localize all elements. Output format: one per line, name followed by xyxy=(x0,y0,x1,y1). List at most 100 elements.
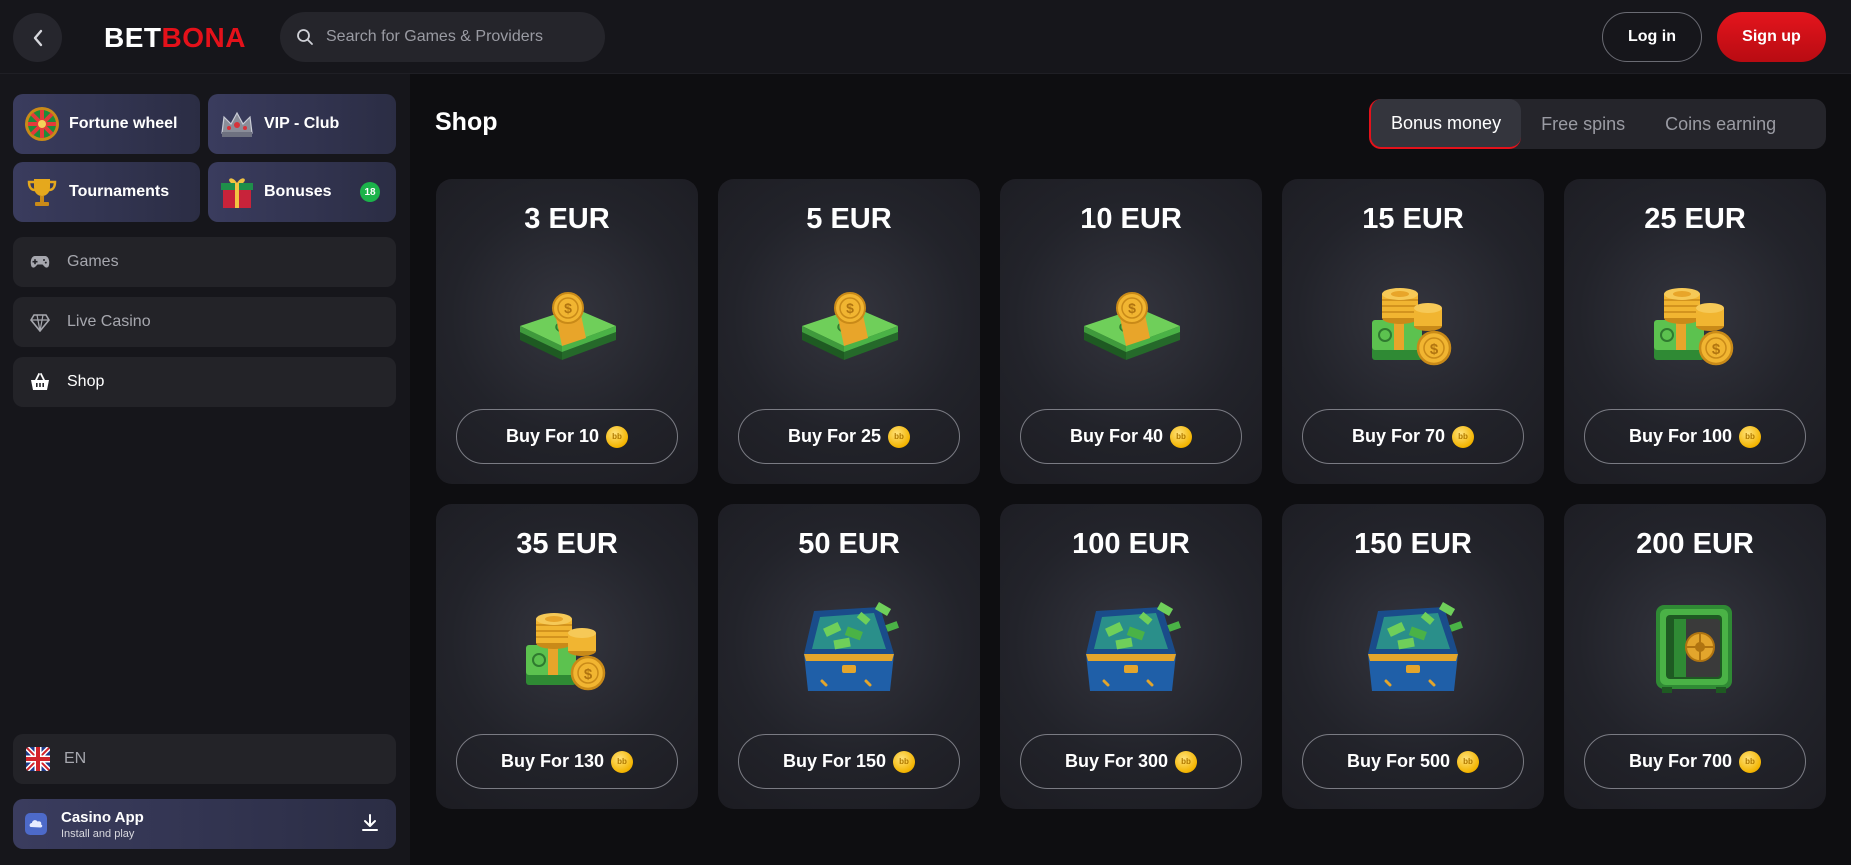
logo-part-bet: BET xyxy=(104,22,162,53)
trophy-icon xyxy=(23,173,61,211)
buy-button-label: Buy For 150 xyxy=(782,751,887,771)
coin-icon: bb xyxy=(1175,750,1198,773)
chevron-left-icon xyxy=(33,29,42,46)
card-amount: 25 EUR xyxy=(1644,203,1746,235)
shop-card: 35 EUR Buy For 130 bb xyxy=(436,504,698,809)
money-suitcase-image xyxy=(794,599,904,699)
sidebar-item-label: Shop xyxy=(67,373,105,390)
buy-button[interactable]: Buy For 40 bb xyxy=(1020,409,1242,464)
search-bar[interactable] xyxy=(280,12,605,62)
card-amount: 35 EUR xyxy=(516,528,618,560)
buy-button[interactable]: Buy For 10 bb xyxy=(456,409,678,464)
language-label: EN xyxy=(64,750,87,767)
cash-coins-image xyxy=(512,599,622,699)
buy-button[interactable]: Buy For 100 bb xyxy=(1584,409,1806,464)
cash-stack-image xyxy=(1076,274,1186,374)
buy-button-label: Buy For 100 xyxy=(1628,426,1733,446)
crown-icon xyxy=(218,105,256,143)
sidebar-tile-label: VIP - Club xyxy=(264,115,340,132)
card-amount: 15 EUR xyxy=(1362,203,1464,235)
buy-button[interactable]: Buy For 300 bb xyxy=(1020,734,1242,789)
money-suitcase-image xyxy=(1076,599,1186,699)
sidebar: Fortune wheel VIP - Club Tournaments Bon… xyxy=(0,74,410,865)
shop-card: 3 EUR Buy For 10 bb xyxy=(436,179,698,484)
shop-tabs: Bonus money Free spins Coins earning xyxy=(1369,99,1826,149)
sidebar-tile-label: Tournaments xyxy=(69,183,170,200)
shop-card: 150 EUR Buy For 500 bb xyxy=(1282,504,1544,809)
cash-coins-image xyxy=(1358,274,1468,374)
buy-button-label: Buy For 40 xyxy=(1069,426,1164,446)
cash-stack-image xyxy=(794,274,904,374)
sidebar-tile-tournaments[interactable]: Tournaments xyxy=(13,162,200,222)
sidebar-tile-label: Fortune wheel xyxy=(69,115,178,132)
tab-bonus-money[interactable]: Bonus money xyxy=(1369,99,1522,149)
shop-card: 100 EUR Buy For 300 bb xyxy=(1000,504,1262,809)
casino-app-download[interactable]: Casino App Install and play xyxy=(13,799,396,849)
signup-button[interactable]: Sign up xyxy=(1717,12,1826,62)
shop-card: 5 EUR Buy For 25 bb xyxy=(718,179,980,484)
sidebar-item-label: Live Casino xyxy=(67,313,151,330)
gamepad-icon xyxy=(29,251,51,273)
cash-stack-image xyxy=(512,274,622,374)
brand-logo[interactable]: BETBONA xyxy=(104,22,246,54)
download-icon[interactable] xyxy=(360,813,380,838)
card-amount: 150 EUR xyxy=(1354,528,1472,560)
coin-icon: bb xyxy=(611,750,634,773)
back-button[interactable] xyxy=(13,13,62,62)
sidebar-tile-vip-club[interactable]: VIP - Club xyxy=(208,94,396,154)
sidebar-item-games[interactable]: Games xyxy=(13,237,396,287)
buy-button-label: Buy For 700 xyxy=(1628,751,1733,771)
shop-card: 25 EUR Buy For 100 bb xyxy=(1564,179,1826,484)
shop-card: 10 EUR Buy For 40 bb xyxy=(1000,179,1262,484)
page-title: Shop xyxy=(435,108,498,136)
card-amount: 50 EUR xyxy=(798,528,900,560)
bonuses-count-badge: 18 xyxy=(360,182,380,202)
card-amount: 100 EUR xyxy=(1072,528,1190,560)
money-suitcase-image xyxy=(1358,599,1468,699)
sidebar-tile-fortune-wheel[interactable]: Fortune wheel xyxy=(13,94,200,154)
sidebar-tile-bonuses[interactable]: Bonuses 18 xyxy=(208,162,396,222)
shop-card: 200 EUR Buy For 700 bb xyxy=(1564,504,1826,809)
sidebar-tile-label: Bonuses xyxy=(264,183,332,200)
app-title: Casino App xyxy=(61,808,144,826)
coin-icon: bb xyxy=(1170,425,1193,448)
uk-flag-icon xyxy=(26,747,50,771)
search-icon xyxy=(297,29,313,45)
buy-button[interactable]: Buy For 70 bb xyxy=(1302,409,1524,464)
buy-button-label: Buy For 130 xyxy=(500,751,605,771)
safe-image xyxy=(1640,599,1750,699)
buy-button[interactable]: Buy For 500 bb xyxy=(1302,734,1524,789)
buy-button[interactable]: Buy For 150 bb xyxy=(738,734,960,789)
coin-icon: bb xyxy=(888,425,911,448)
sidebar-item-live-casino[interactable]: Live Casino xyxy=(13,297,396,347)
coin-icon: bb xyxy=(1739,425,1762,448)
sidebar-item-label: Games xyxy=(67,253,119,270)
coin-icon: bb xyxy=(893,750,916,773)
top-header: BETBONA Log in Sign up xyxy=(0,0,1851,74)
app-icon xyxy=(25,813,47,835)
coin-icon: bb xyxy=(606,425,629,448)
buy-button-label: Buy For 300 xyxy=(1064,751,1169,771)
tab-coins-earning[interactable]: Coins earning xyxy=(1645,99,1796,149)
shop-card: 15 EUR Buy For 70 bb xyxy=(1282,179,1544,484)
search-input[interactable] xyxy=(326,28,576,46)
cash-coins-image xyxy=(1640,274,1750,374)
language-selector[interactable]: EN xyxy=(13,734,396,784)
buy-button[interactable]: Buy For 700 bb xyxy=(1584,734,1806,789)
diamond-icon xyxy=(29,311,51,333)
buy-button[interactable]: Buy For 130 bb xyxy=(456,734,678,789)
card-amount: 5 EUR xyxy=(806,203,892,235)
login-button[interactable]: Log in xyxy=(1602,12,1702,62)
buy-button-label: Buy For 10 xyxy=(505,426,600,446)
tab-free-spins[interactable]: Free spins xyxy=(1521,99,1645,149)
coin-icon: bb xyxy=(1457,750,1480,773)
fortune-wheel-icon xyxy=(23,105,61,143)
card-amount: 10 EUR xyxy=(1080,203,1182,235)
buy-button-label: Buy For 25 xyxy=(787,426,882,446)
gift-icon xyxy=(218,173,256,211)
logo-part-bona: BONA xyxy=(161,22,246,53)
sidebar-item-shop[interactable]: Shop xyxy=(13,357,396,407)
buy-button[interactable]: Buy For 25 bb xyxy=(738,409,960,464)
app-subtitle: Install and play xyxy=(61,827,135,840)
buy-button-label: Buy For 70 xyxy=(1351,426,1446,446)
